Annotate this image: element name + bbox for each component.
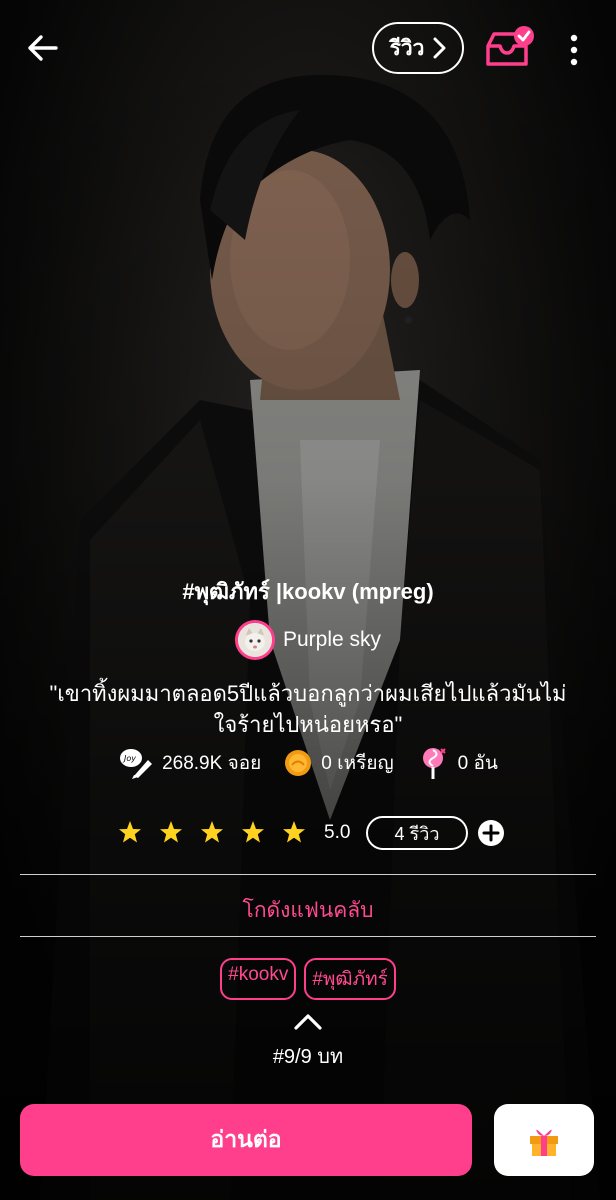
cat-avatar-icon [237,623,272,657]
star-icon [119,821,141,843]
author-avatar[interactable] [234,620,275,660]
tag-chip[interactable]: #kookv [220,958,297,1000]
coin-stat: 0 เหรียญ [283,748,394,778]
star-icon [242,821,264,843]
gift-button[interactable] [494,1104,594,1176]
coin-icon [285,750,312,776]
divider [20,874,596,875]
tag-list: #kookv #พุฒิภัทร์ [0,958,616,1000]
candy-count: 0 อัน [457,753,498,774]
joy-count: 268.9K จอย [162,753,262,774]
fanclub-link[interactable]: โกดังแฟนคลับ [0,894,616,927]
divider [20,936,596,937]
chevron-right-icon [433,37,446,59]
star-rating [118,820,306,844]
star-icon [160,821,182,843]
chevron-up-icon[interactable] [292,1012,324,1032]
lollipop-icon [422,748,446,779]
author-name[interactable]: Purple sky [283,628,381,652]
coin-count: 0 เหรียญ [321,753,394,774]
story-quote: "เขาทิ้งผมมาตลอด5ปีแล้วบอกลูกว่าผมเสียไป… [49,681,567,737]
rating-value: 5.0 [324,822,351,843]
shelf-added-icon[interactable] [484,26,536,70]
top-bar: รีวิว [0,0,616,96]
stats-row: Joy 268.9K จอย 0 เหรียญ 0 อัน [0,746,616,780]
story-title: #พุฒิภัทร์ |kookv (mpreg) [182,579,434,604]
read-continue-button[interactable]: อ่านต่อ [20,1104,472,1176]
more-vertical-icon[interactable] [564,30,584,70]
review-button[interactable]: รีวิว [372,22,464,74]
tag-chip[interactable]: #พุฒิภัทร์ [304,958,396,1000]
chapter-count: #9/9 บท [272,1046,344,1068]
review-count-button[interactable]: 4 รีวิว [366,816,468,850]
review-button-label: รีวิว [389,36,425,60]
back-arrow-icon[interactable] [22,28,62,68]
author-row[interactable]: Purple sky [0,620,616,660]
add-review-icon[interactable] [477,819,505,847]
rating-row: 5.0 4 รีวิว [0,816,616,852]
gift-box-icon [530,1129,558,1156]
candy-stat: 0 อัน [416,746,498,780]
star-icon [201,821,223,843]
joy-pen-icon: Joy [120,749,153,779]
svg-text:Joy: Joy [122,754,136,763]
star-icon [283,821,305,843]
joy-stat: Joy 268.9K จอย [118,746,261,780]
